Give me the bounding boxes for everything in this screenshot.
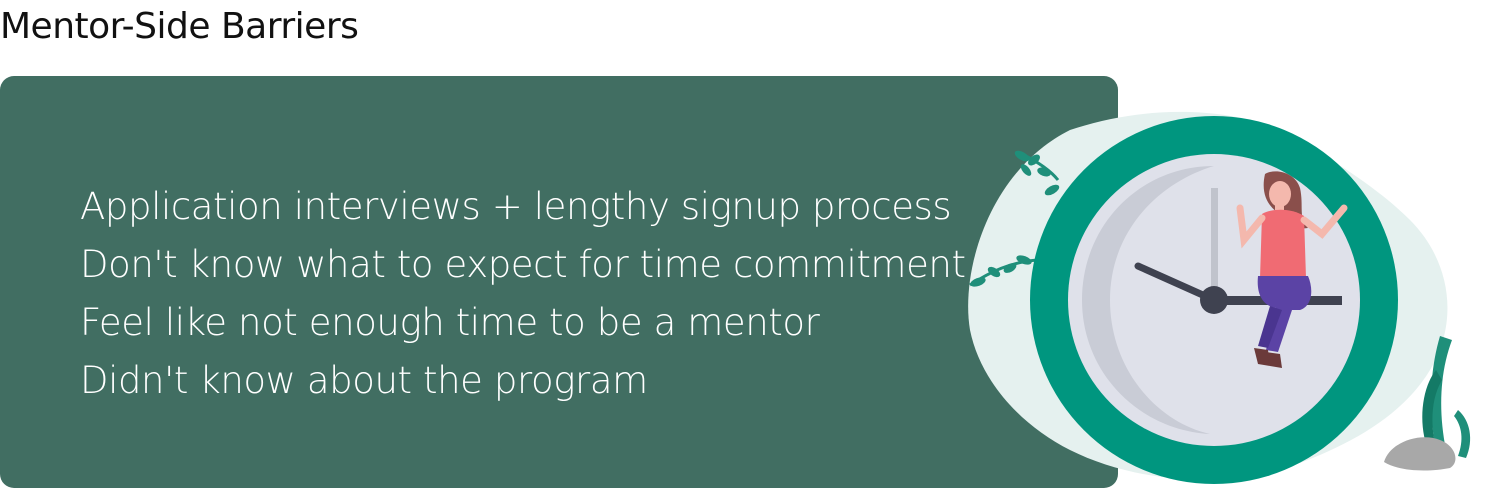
clock-center-pin (1200, 286, 1228, 314)
clock-with-person-illustration (968, 111, 1471, 484)
page-title: Mentor-Side Barriers (0, 6, 359, 47)
rock-icon (1384, 437, 1456, 471)
barrier-item-3: Feel like not enough time to be a mentor (80, 301, 820, 344)
clock-hour-hand (1211, 188, 1218, 300)
barrier-item-2: Don't know what to expect for time commi… (80, 243, 966, 286)
barriers-list: Application interviews + lengthy signup … (80, 178, 966, 410)
barrier-item-4: Didn't know about the program (80, 359, 648, 402)
barrier-item-1: Application interviews + lengthy signup … (80, 185, 952, 228)
